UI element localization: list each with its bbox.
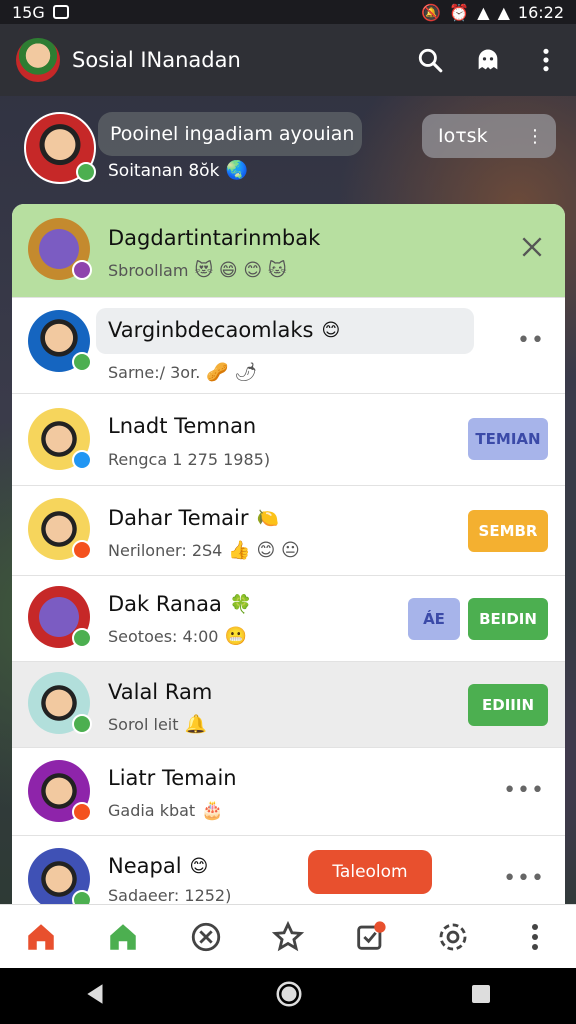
close-icon[interactable] bbox=[519, 234, 545, 264]
recents-icon[interactable] bbox=[469, 982, 493, 1010]
item-name: Valal Ram bbox=[108, 680, 213, 704]
floating-action-tag[interactable]: Taleolom bbox=[308, 850, 432, 894]
item-emojis: 🥜 🌶 bbox=[206, 362, 258, 383]
item-name: Dak Ranaa bbox=[108, 592, 222, 616]
status-badge bbox=[72, 450, 92, 470]
item-name: Varginbdecaomlaks bbox=[108, 318, 314, 342]
list-item[interactable]: Valal Ram Sorol leit 🔔 EDIIIN bbox=[12, 662, 565, 748]
alarm-icon: ⏰ bbox=[449, 2, 470, 22]
item-name: Lnadt Temnan bbox=[108, 414, 257, 438]
item-emojis: 🎂 bbox=[201, 800, 224, 821]
item-avatar bbox=[28, 586, 92, 648]
status-badge bbox=[72, 890, 92, 904]
chat-list-card: Dagdartintarinmbak Sbroollam 😻 😄 😊 🐱 Var… bbox=[12, 204, 565, 904]
status-badge bbox=[72, 628, 92, 648]
notification-icon bbox=[52, 5, 69, 19]
home-icon[interactable] bbox=[21, 917, 61, 957]
back-icon[interactable] bbox=[83, 981, 109, 1011]
item-meta: Gadia kbat bbox=[108, 801, 196, 820]
signal-icon: ▲ bbox=[497, 2, 510, 22]
list-item[interactable]: Lnadt Temnan Rengca 1 275 1985) TEMIAN bbox=[12, 394, 565, 486]
tag-button[interactable]: BEIDIN bbox=[468, 598, 548, 640]
wifi-icon: ▲ bbox=[477, 2, 490, 22]
item-meta: Rengca 1 275 1985) bbox=[108, 450, 271, 469]
smile-icon: 😊 bbox=[321, 319, 341, 341]
more-dots-icon[interactable]: ••• bbox=[503, 778, 545, 803]
star-icon[interactable] bbox=[268, 917, 308, 957]
system-nav bbox=[0, 968, 576, 1024]
tag-button[interactable]: TEMIAN bbox=[468, 418, 548, 460]
list-item[interactable]: Varginbdecaomlaks 😊 Sarne:/ 3or. 🥜 🌶 •• bbox=[12, 298, 565, 394]
smile-icon: 😊 bbox=[189, 855, 209, 877]
clover-icon: 🍀 bbox=[229, 593, 253, 615]
app-avatar[interactable] bbox=[16, 38, 60, 82]
status-badge bbox=[72, 260, 92, 280]
list-item[interactable]: Neapal 😊 Sadaeer: 1252) ••• bbox=[12, 836, 565, 904]
bottom-nav bbox=[0, 904, 576, 968]
item-emojis: 👍 😊 😐 bbox=[228, 540, 300, 561]
pill-menu-icon: ⋮ bbox=[526, 125, 544, 147]
status-time: 16:22 bbox=[517, 2, 564, 22]
tag-button[interactable]: SEMBR bbox=[468, 510, 548, 552]
status-badge bbox=[72, 352, 92, 372]
item-avatar bbox=[28, 310, 92, 372]
online-badge-icon bbox=[76, 162, 96, 182]
item-name: Dahar Temair bbox=[108, 506, 249, 530]
item-avatar bbox=[28, 760, 92, 822]
item-avatar bbox=[28, 672, 92, 734]
status-badge bbox=[72, 540, 92, 560]
profile-status-bubble[interactable]: Pooinel ingadiam ayouian bbox=[98, 112, 362, 156]
item-meta: Sbroollam bbox=[108, 261, 189, 280]
item-emojis: 🔔 bbox=[184, 714, 207, 735]
status-carrier: 15G bbox=[12, 2, 45, 22]
dots-icon[interactable]: •• bbox=[517, 328, 545, 353]
app-title: Sosial INanadan bbox=[72, 48, 241, 72]
app-bar: Sosial INanadan bbox=[0, 24, 576, 96]
kebab-menu-icon[interactable] bbox=[532, 46, 560, 74]
status-badge bbox=[72, 802, 92, 822]
item-emojis: 😻 😄 😊 🐱 bbox=[194, 260, 287, 281]
item-emojis: 😬 bbox=[224, 626, 247, 647]
profile-header: Pooinel ingadiam ayouian Soitanan 8ŏk 🌏 … bbox=[0, 96, 576, 204]
item-avatar bbox=[28, 218, 92, 280]
leaf-icon: 🍋 bbox=[256, 507, 279, 529]
more-dots-icon[interactable]: ••• bbox=[503, 866, 545, 891]
item-meta: Sorol leit bbox=[108, 715, 179, 734]
profile-subtitle: Soitanan 8ŏk 🌏 bbox=[108, 160, 248, 181]
list-item[interactable]: Dak Ranaa 🍀 Seotoes: 4:00 😬 ÁE BEIDIN bbox=[12, 576, 565, 662]
more-vert-icon[interactable] bbox=[515, 917, 555, 957]
item-name: Dagdartintarinmbak bbox=[108, 226, 321, 250]
list-item[interactable]: Dagdartintarinmbak Sbroollam 😻 😄 😊 🐱 bbox=[12, 204, 565, 298]
status-badge bbox=[72, 714, 92, 734]
ghost-icon[interactable] bbox=[474, 46, 502, 74]
item-avatar bbox=[28, 498, 92, 560]
item-meta: Sarne:/ 3or. bbox=[108, 363, 201, 382]
item-name: Neapal bbox=[108, 854, 182, 878]
profile-pill-button[interactable]: Ioτsk ⋮ bbox=[422, 114, 556, 158]
search-icon[interactable] bbox=[416, 46, 444, 74]
mute-icon: 🔕 bbox=[421, 2, 442, 22]
item-name: Liatr Temain bbox=[108, 766, 237, 790]
globe-icon: 🌏 bbox=[225, 160, 248, 181]
home-circle-icon[interactable] bbox=[274, 979, 304, 1013]
tag-small-button[interactable]: ÁE bbox=[408, 598, 460, 640]
item-meta: Neriloner: 2S4 bbox=[108, 541, 223, 560]
explore-icon[interactable] bbox=[186, 917, 226, 957]
list-item[interactable]: Dahar Temair 🍋 Neriloner: 2S4 👍 😊 😐 SEMB… bbox=[12, 486, 565, 576]
list-item[interactable]: Liatr Temain Gadia kbat 🎂 ••• bbox=[12, 748, 565, 836]
status-bar: 15G 🔕 ⏰ ▲ ▲ 16:22 bbox=[0, 0, 576, 24]
tasks-icon[interactable] bbox=[350, 917, 390, 957]
item-meta: Sadaeer: 1252) bbox=[108, 886, 232, 904]
item-avatar bbox=[28, 848, 92, 904]
profile-avatar[interactable] bbox=[24, 112, 96, 184]
home-alt-icon[interactable] bbox=[103, 917, 143, 957]
settings-icon[interactable] bbox=[433, 917, 473, 957]
item-avatar bbox=[28, 408, 92, 470]
item-meta: Seotoes: 4:00 bbox=[108, 627, 219, 646]
tag-button[interactable]: EDIIIN bbox=[468, 684, 548, 726]
